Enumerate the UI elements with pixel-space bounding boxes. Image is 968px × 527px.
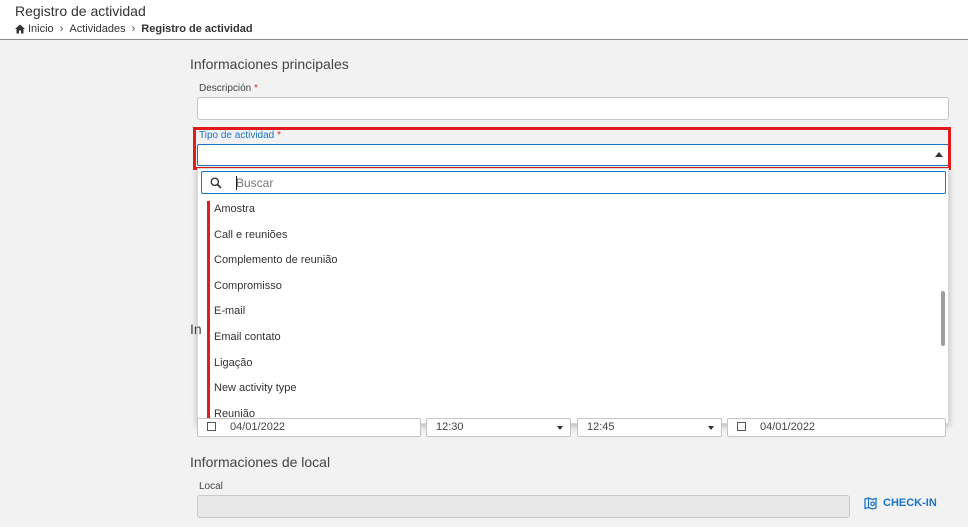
text-cursor bbox=[236, 176, 237, 190]
checkin-button[interactable]: CHECK-IN bbox=[864, 493, 937, 513]
option-item[interactable]: Compromisso bbox=[198, 276, 938, 302]
option-item[interactable]: Call e reuniões bbox=[198, 225, 938, 251]
option-item[interactable]: Amostra bbox=[198, 199, 938, 225]
chevron-down-icon bbox=[557, 426, 563, 430]
end-date-field[interactable]: 04/01/2022 bbox=[727, 418, 946, 437]
calendar-icon bbox=[737, 422, 746, 431]
map-search-icon bbox=[864, 496, 877, 510]
highlight-annotation-box bbox=[193, 127, 951, 170]
highlight-annotation-line bbox=[207, 201, 210, 421]
section-title-main: Informaciones principales bbox=[190, 56, 349, 72]
section-title-location: Informaciones de local bbox=[190, 454, 331, 470]
activity-type-dropdown: Amostra Call e reuniões Complemento de r… bbox=[197, 168, 949, 424]
start-time-select[interactable]: 12:30 bbox=[426, 418, 571, 437]
description-label: Descripción * bbox=[199, 83, 258, 94]
chevron-right-icon: › bbox=[59, 23, 64, 35]
description-input[interactable] bbox=[197, 97, 949, 120]
page-header: Registro de actividad Inicio › Actividad… bbox=[0, 0, 968, 40]
home-icon[interactable] bbox=[15, 24, 25, 34]
scrollbar-thumb[interactable] bbox=[941, 291, 945, 346]
chevron-right-icon: › bbox=[131, 23, 136, 35]
option-item[interactable]: Email contato bbox=[198, 327, 938, 353]
required-marker: * bbox=[254, 83, 258, 94]
calendar-icon bbox=[207, 422, 216, 431]
local-label: Local bbox=[199, 481, 223, 492]
breadcrumb-activities-link[interactable]: Actividades bbox=[69, 23, 125, 35]
option-item[interactable]: Ligação bbox=[198, 353, 938, 379]
breadcrumb: Inicio › Actividades › Registro de activ… bbox=[15, 23, 253, 35]
breadcrumb-current: Registro de actividad bbox=[141, 23, 253, 35]
dropdown-search-box[interactable] bbox=[201, 171, 946, 194]
option-item[interactable]: Complemento de reunião bbox=[198, 250, 938, 276]
chevron-down-icon bbox=[708, 426, 714, 430]
breadcrumb-home-link[interactable]: Inicio bbox=[28, 23, 54, 35]
end-time-select[interactable]: 12:45 bbox=[577, 418, 722, 437]
search-input[interactable] bbox=[236, 175, 926, 191]
options-list: Amostra Call e reuniões Complemento de r… bbox=[198, 199, 938, 429]
local-input[interactable] bbox=[197, 495, 850, 518]
page-title: Registro de actividad bbox=[15, 3, 146, 19]
section-title-partial: In bbox=[190, 321, 202, 337]
start-date-field[interactable]: 04/01/2022 bbox=[197, 418, 421, 437]
option-item[interactable]: New activity type bbox=[198, 378, 938, 404]
search-icon bbox=[210, 177, 222, 189]
option-item[interactable]: E-mail bbox=[198, 301, 938, 327]
